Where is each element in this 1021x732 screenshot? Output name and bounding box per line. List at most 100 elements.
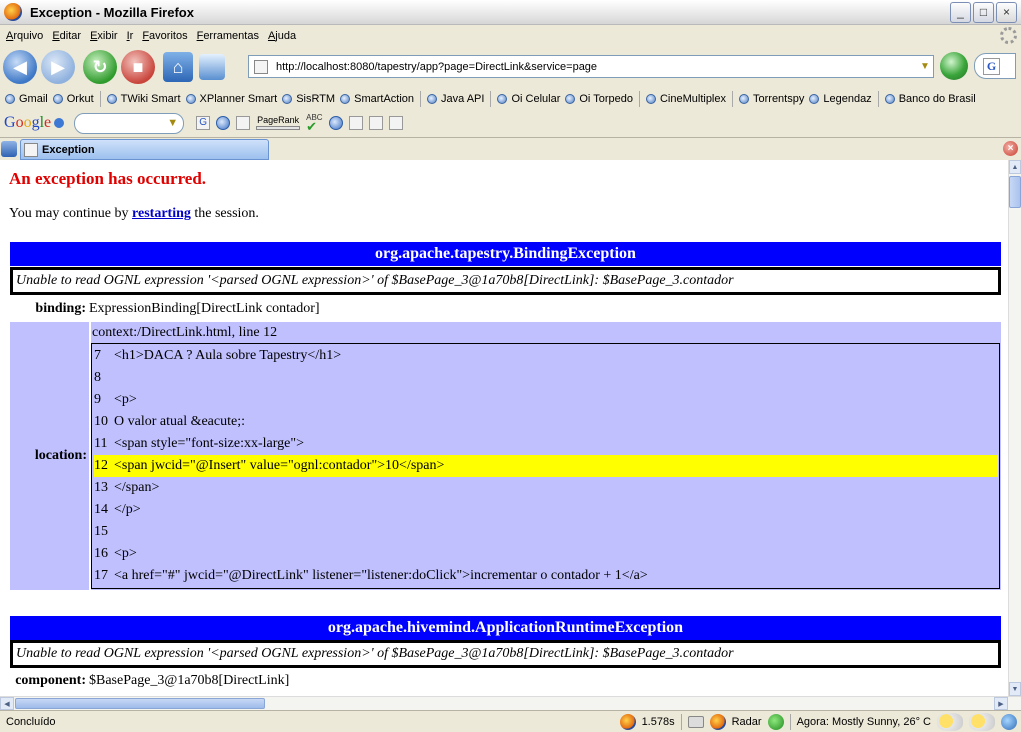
minimize-button[interactable]: _	[950, 2, 971, 23]
bookmark-label: Torrentspy	[753, 93, 805, 105]
reload-button[interactable]: ↻	[83, 50, 117, 84]
tab-favicon-icon	[24, 142, 38, 157]
bookmark-smartaction[interactable]: SmartAction	[340, 93, 414, 105]
close-window-button[interactable]: ×	[996, 2, 1017, 23]
news-icon[interactable]	[236, 116, 251, 130]
bookmark-oi-celular[interactable]: Oi Celular	[497, 93, 560, 105]
back-button[interactable]: ◀	[3, 50, 37, 84]
popup-blocker-icon[interactable]	[368, 116, 383, 130]
bookmark-sisrtm[interactable]: SisRTM	[282, 93, 335, 105]
menu-bar: Arquivo Editar Exibir Ir Favoritos Ferra…	[0, 25, 1021, 46]
scroll-down-icon[interactable]: ▼	[1009, 682, 1021, 696]
menu-favoritos[interactable]: Favoritos	[142, 30, 187, 42]
bookmark-java-api[interactable]: Java API	[427, 93, 484, 105]
bookmark-separator	[877, 91, 879, 107]
component-value: $BasePage_3@1a70b8[DirectLink]	[89, 673, 290, 688]
google-toolbar: Google ▼ G PageRank ABC ✔	[0, 110, 1021, 136]
weather-forecast-icon[interactable]	[969, 713, 995, 731]
stop-button[interactable]: ■	[121, 50, 155, 84]
code-line: 11 <span style="font-size:xx-large">	[94, 433, 998, 455]
bookmark-oi-torpedo[interactable]: Oi Torpedo	[565, 93, 633, 105]
menu-ajuda[interactable]: Ajuda	[268, 30, 296, 42]
forward-button[interactable]: ▶	[41, 50, 75, 84]
spellcheck-icon[interactable]: ABC ✔	[306, 114, 322, 134]
tab-exception[interactable]: Exception	[20, 139, 269, 160]
google-search-input[interactable]: ▼	[74, 112, 185, 134]
bookmark-icon	[5, 94, 15, 104]
radar-label[interactable]: Radar	[732, 716, 762, 728]
mail-icon[interactable]	[687, 716, 704, 728]
search-engine-icon[interactable]: G	[983, 58, 1000, 75]
continue-text-pre: You may continue by	[9, 206, 133, 221]
line-text: </span>	[114, 480, 160, 495]
page-content: An exception has occurred. You may conti…	[0, 160, 1008, 696]
google-search-arrow-icon[interactable]: ▼	[167, 117, 178, 129]
menu-arquivo[interactable]: Arquivo	[6, 30, 43, 42]
google-logo[interactable]: Google	[4, 114, 51, 132]
bookmark-gmail[interactable]: Gmail	[5, 93, 48, 105]
network-icon[interactable]	[1001, 714, 1017, 730]
restarting-link[interactable]: restarting	[132, 206, 191, 221]
home-button[interactable]: ⌂	[163, 52, 193, 82]
line-text: O valor atual &eacute;:	[114, 414, 245, 429]
window-title: Exception - Mozilla Firefox	[30, 4, 194, 20]
page-heading: An exception has occurred.	[9, 169, 207, 188]
firefox-status-icon[interactable]	[709, 714, 726, 730]
url-dropdown-icon[interactable]: ▼	[917, 61, 933, 72]
weather-sunny-icon[interactable]	[937, 713, 963, 731]
rss-icon[interactable]	[348, 116, 363, 130]
line-number: 13	[94, 480, 108, 495]
vertical-scrollbar[interactable]: ▲ ▼	[1008, 160, 1021, 696]
google-search-icon[interactable]: G	[196, 116, 211, 130]
weather-text[interactable]: Agora: Mostly Sunny, 26° C	[797, 716, 931, 728]
bookmark-twiki-smart[interactable]: TWiki Smart	[106, 93, 181, 105]
code-line: 13 </span>	[94, 477, 998, 499]
horizontal-scrollbar[interactable]: ◀ ▶	[0, 696, 1021, 710]
url-text[interactable]: http://localhost:8080/tapestry/app?page=…	[276, 61, 917, 73]
scroll-left-icon[interactable]: ◀	[0, 697, 14, 710]
firebug-icon[interactable]	[619, 714, 636, 730]
page-action-icon[interactable]	[199, 54, 225, 80]
exception-message: Unable to read OGNL expression '<parsed …	[10, 267, 1001, 295]
vertical-scroll-thumb[interactable]	[1009, 176, 1021, 208]
bookmark-legendaz[interactable]: Legendaz	[809, 93, 872, 105]
close-tab-icon[interactable]: ×	[1003, 141, 1018, 156]
highlighter-icon[interactable]	[388, 116, 403, 130]
tab-bar: Exception ×	[0, 137, 1021, 160]
line-text: <h1>DACA ? Aula sobre Tapestry</h1>	[114, 348, 342, 363]
spellcheck-options-icon[interactable]	[328, 116, 343, 130]
radar-icon[interactable]	[767, 714, 784, 730]
bookmark-label: XPlanner Smart	[199, 93, 278, 105]
bookmark-cinemultiplex[interactable]: CineMultiplex	[645, 93, 726, 105]
scroll-up-icon[interactable]: ▲	[1009, 160, 1021, 174]
line-number: 11	[94, 436, 108, 451]
pagerank-indicator: PageRank	[256, 116, 301, 130]
google-menu-icon[interactable]	[54, 118, 65, 128]
bookmark-icon	[645, 94, 656, 104]
bookmark-xplanner-smart[interactable]: XPlanner Smart	[185, 93, 278, 105]
menu-exibir[interactable]: Exibir	[90, 30, 118, 42]
address-bar[interactable]: http://localhost:8080/tapestry/app?page=…	[248, 55, 934, 78]
code-line-highlighted: 12 <span jwcid="@Insert" value="ognl:cont…	[94, 455, 998, 477]
code-line: 7 <h1>DACA ? Aula sobre Tapestry</h1>	[94, 345, 998, 367]
menu-ir[interactable]: Ir	[127, 30, 134, 42]
bookmark-label: Legendaz	[823, 93, 872, 105]
menu-ferramentas[interactable]: Ferramentas	[197, 30, 259, 42]
bookmark-banco-do-brasil[interactable]: Banco do Brasil	[884, 93, 976, 105]
code-line: 10 O valor atual &eacute;:	[94, 411, 998, 433]
bookmark-label: CineMultiplex	[659, 93, 726, 105]
continue-message: You may continue by restarting the sessi…	[9, 206, 259, 222]
bookmark-torrentspy[interactable]: Torrentspy	[739, 93, 804, 105]
bookmark-icon	[427, 94, 438, 104]
scroll-right-icon[interactable]: ▶	[994, 697, 1008, 710]
new-tab-icon[interactable]	[1, 141, 17, 157]
status-bar: Concluído 1.578s Radar Agora: Mostly Sun…	[0, 710, 1021, 732]
menu-editar[interactable]: Editar	[52, 30, 81, 42]
google-options-icon[interactable]	[216, 116, 231, 130]
maximize-button[interactable]: □	[973, 2, 994, 23]
horizontal-scroll-thumb[interactable]	[15, 698, 265, 709]
line-number: 9	[94, 392, 101, 407]
bookmark-orkut[interactable]: Orkut	[52, 93, 94, 105]
search-box[interactable]: G	[974, 53, 1016, 79]
go-button[interactable]	[940, 52, 968, 80]
